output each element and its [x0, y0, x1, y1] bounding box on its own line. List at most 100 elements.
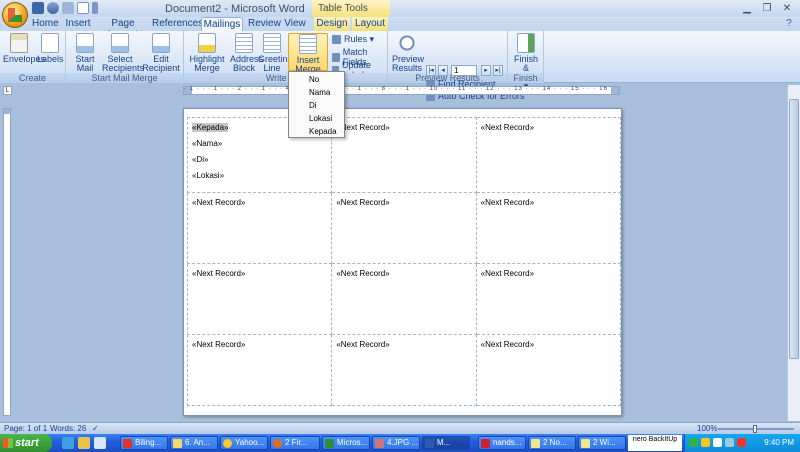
help-icon[interactable]: ? — [782, 17, 796, 31]
merge-field-lokasi[interactable]: «Lokasi» — [192, 171, 327, 180]
labels-table[interactable]: «Kepada» «Nama» «Di» «Lokasi» «Next Reco… — [186, 117, 622, 406]
label-cell[interactable]: «Next Record» — [475, 192, 622, 264]
minimize-icon[interactable]: ▁ — [738, 2, 756, 15]
next-record-field: «Next Record» — [480, 123, 535, 132]
mail-merge-icon — [76, 33, 94, 53]
office-logo-icon — [8, 8, 22, 22]
label-cell[interactable]: «Next Record» — [475, 334, 622, 406]
taskbar-item[interactable]: nands... — [478, 436, 526, 450]
first-record-button[interactable]: |◂ — [426, 65, 436, 76]
group-write-insert-fields: Highlight Merge Fields Address Block Gre… — [184, 31, 388, 83]
previous-record-button[interactable]: ◂ — [438, 65, 448, 76]
insert-merge-field-button[interactable]: Insert Merge Field ▾ — [288, 33, 328, 83]
labels-button[interactable]: Labels — [37, 33, 64, 64]
desktop-icon[interactable] — [94, 437, 106, 449]
record-number-input[interactable] — [451, 65, 477, 76]
rules-button[interactable]: Rules ▾ — [332, 34, 374, 45]
tab-view[interactable]: View — [282, 17, 308, 31]
tab-home[interactable]: Home — [32, 17, 59, 31]
scroll-thumb[interactable] — [789, 99, 799, 359]
tab-selector[interactable]: L — [3, 86, 12, 95]
envelopes-label: Envelopes — [3, 54, 46, 64]
start-button[interactable]: start — [0, 434, 52, 452]
ie-icon[interactable] — [62, 437, 74, 449]
folder-icon[interactable] — [78, 437, 90, 449]
nero-backitup-icon[interactable]: nero BackItUp — [628, 435, 682, 451]
address-block-label: Address Block — [230, 54, 264, 73]
label-cell[interactable]: «Next Record» — [475, 117, 622, 193]
envelopes-button[interactable]: Envelopes — [3, 33, 46, 64]
label-cell[interactable]: «Next Record» — [331, 334, 477, 406]
taskbar-item-word[interactable]: M... — [422, 436, 470, 450]
proofing-icon[interactable]: ✓ — [92, 423, 99, 434]
tab-insert[interactable]: Insert — [64, 17, 92, 31]
address-block-button[interactable]: Address Block — [230, 33, 264, 73]
new-document-icon[interactable] — [77, 2, 89, 14]
label-cell[interactable]: «Next Record» — [331, 192, 477, 264]
taskbar-item[interactable]: 6. An... — [170, 436, 218, 450]
redo-icon[interactable] — [62, 2, 74, 14]
group-start-mail-merge: Start Mail Merge ▾ Select Recipients ▾ E… — [66, 31, 184, 83]
labels-label: Labels — [37, 54, 64, 64]
menu-item-di[interactable]: Di — [289, 99, 344, 112]
label-cell[interactable]: «Next Record» — [331, 117, 477, 193]
tab-layout[interactable]: Layout — [352, 17, 388, 31]
preview-results-button[interactable]: Preview Results — [392, 33, 424, 73]
undo-icon[interactable] — [47, 2, 59, 14]
label-cell[interactable]: «Next Record» — [331, 263, 477, 335]
tab-references[interactable]: References — [152, 17, 203, 31]
tab-design[interactable]: Design — [314, 17, 350, 31]
menu-item-lokasi[interactable]: Lokasi — [289, 112, 344, 125]
tray-antivirus-icon[interactable] — [725, 438, 734, 447]
envelope-icon — [10, 33, 28, 53]
menu-item-kepada[interactable]: Kepada — [289, 125, 344, 138]
restore-icon[interactable]: ❐ — [758, 2, 776, 15]
office-button[interactable] — [2, 2, 28, 28]
label-cell[interactable]: «Next Record» — [475, 263, 622, 335]
tab-page-layout[interactable]: Page Layout — [98, 17, 148, 40]
greeting-line-button[interactable]: Greeting Line — [258, 33, 293, 73]
quick-launch — [62, 437, 106, 449]
tray-network-icon[interactable] — [701, 438, 710, 447]
label-cell[interactable]: «Next Record» — [186, 334, 333, 406]
next-record-field: «Next Record» — [336, 198, 390, 207]
horizontal-ruler[interactable]: · 1 · · · 1 · · · 2 · · · 1 · · · 4 · · … — [183, 86, 620, 95]
tab-review[interactable]: Review — [248, 17, 281, 31]
document-page[interactable]: «Kepada» «Nama» «Di» «Lokasi» «Next Reco… — [183, 108, 622, 416]
page-count[interactable]: Page: 1 of 1 — [4, 423, 47, 434]
next-record-button[interactable]: ▸ — [481, 65, 491, 76]
menu-item-no[interactable]: No — [289, 73, 344, 86]
word-count[interactable]: Words: 26 — [50, 423, 86, 434]
recipients-icon — [111, 33, 129, 53]
tray-volume-icon[interactable] — [713, 438, 722, 447]
last-record-button[interactable]: ▸| — [493, 65, 503, 76]
status-bar: Page: 1 of 1 Words: 26 ✓ 100% — [0, 422, 800, 434]
taskbar-item[interactable]: Yahoo... — [220, 436, 268, 450]
tray-app-icon[interactable] — [737, 438, 746, 447]
taskbar-item[interactable]: 4.JPG ... — [372, 436, 420, 450]
ribbon: Envelopes Labels Create Start Mail Merge… — [0, 31, 800, 101]
vertical-ruler[interactable] — [3, 108, 11, 416]
menu-item-nama[interactable]: Nama — [289, 86, 344, 99]
taskbar-item[interactable]: 2 No... — [528, 436, 576, 450]
tray-arrow-icon[interactable] — [689, 438, 698, 447]
label-cell[interactable]: «Next Record» — [186, 263, 333, 335]
vertical-scrollbar[interactable] — [787, 85, 800, 421]
close-icon[interactable]: ✕ — [778, 2, 796, 15]
zoom-slider-knob[interactable] — [753, 425, 757, 433]
window-controls: ▁ ❐ ✕ — [738, 2, 796, 15]
taskbar-item[interactable]: 2 Wi... — [578, 436, 626, 450]
clock[interactable]: 9:40 PM — [764, 438, 794, 447]
save-icon[interactable] — [32, 2, 44, 14]
edit-list-icon — [152, 33, 170, 53]
taskbar-item[interactable]: 2 Fir... — [270, 436, 320, 450]
customize-toolbar-icon[interactable] — [92, 2, 98, 14]
table-row: «Next Record» «Next Record» «Next Record… — [186, 334, 622, 406]
taskbar-item[interactable]: Biling... — [120, 436, 168, 450]
taskbar-item[interactable]: Micros... — [322, 436, 370, 450]
merge-field-di[interactable]: «Di» — [192, 155, 327, 164]
merge-field-nama[interactable]: «Nama» — [192, 139, 327, 148]
tab-mailings[interactable]: Mailings — [201, 17, 243, 31]
zoom-level[interactable]: 100% — [697, 423, 717, 434]
label-cell[interactable]: «Next Record» — [186, 192, 333, 264]
